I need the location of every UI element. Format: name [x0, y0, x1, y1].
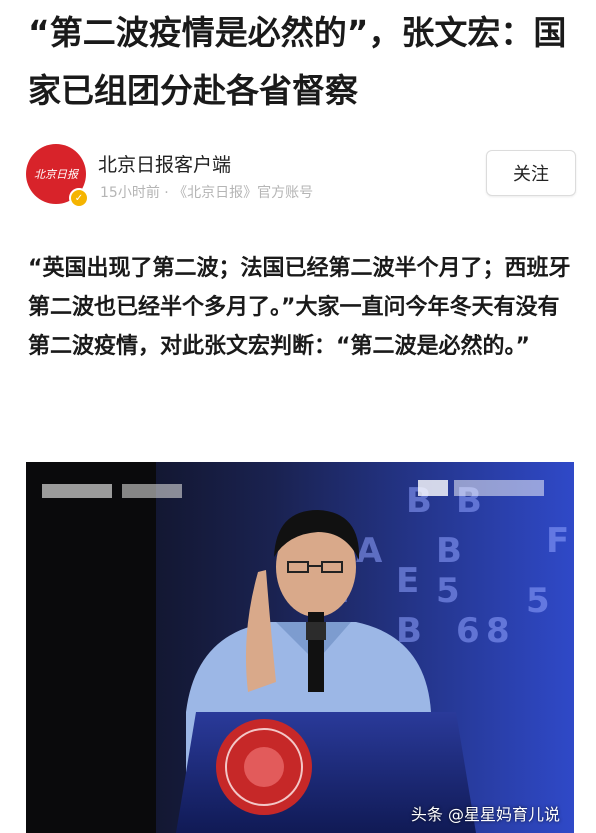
university-logo	[42, 484, 112, 498]
article-photo[interactable]: BBA2EB5B68F5 头条 @星星妈育儿说	[26, 462, 574, 833]
watermark-text: 头条 @星星妈育儿说	[410, 805, 560, 824]
author-name[interactable]: 北京日报客户端	[98, 150, 231, 177]
follow-button[interactable]: 关注	[486, 150, 576, 196]
background-glyph: 8	[486, 611, 510, 651]
background-glyph: 5	[436, 571, 460, 611]
background-glyph: A	[356, 531, 383, 571]
aacsb-logo	[418, 480, 448, 496]
background-glyph: B	[436, 531, 462, 571]
background-glyph: F	[546, 521, 569, 561]
event-logo	[454, 480, 544, 496]
verified-badge-icon: ✓	[69, 188, 89, 208]
background-glyph: 5	[526, 581, 550, 621]
author-meta: 15小时前 · 《北京日报》官方账号	[100, 185, 314, 201]
article-title: “第二波疫情是必然的”，张文宏：国家已组团分赴各省督察	[28, 13, 567, 110]
avatar-logo-text: 北京日报	[34, 168, 78, 181]
sponsor-logo	[122, 484, 182, 498]
author-row[interactable]: 北京日报 ✓ 北京日报客户端 15小时前 · 《北京日报》官方账号 关注	[26, 144, 578, 208]
photo-svg: BBA2EB5B68F5	[26, 462, 574, 833]
background-glyph: E	[396, 561, 419, 601]
article-quote: “英国出现了第二波；法国已经第二波半个月了；西班牙第二波也已经半个多月了。”大家…	[28, 256, 571, 359]
background-glyph: 6	[456, 611, 480, 651]
